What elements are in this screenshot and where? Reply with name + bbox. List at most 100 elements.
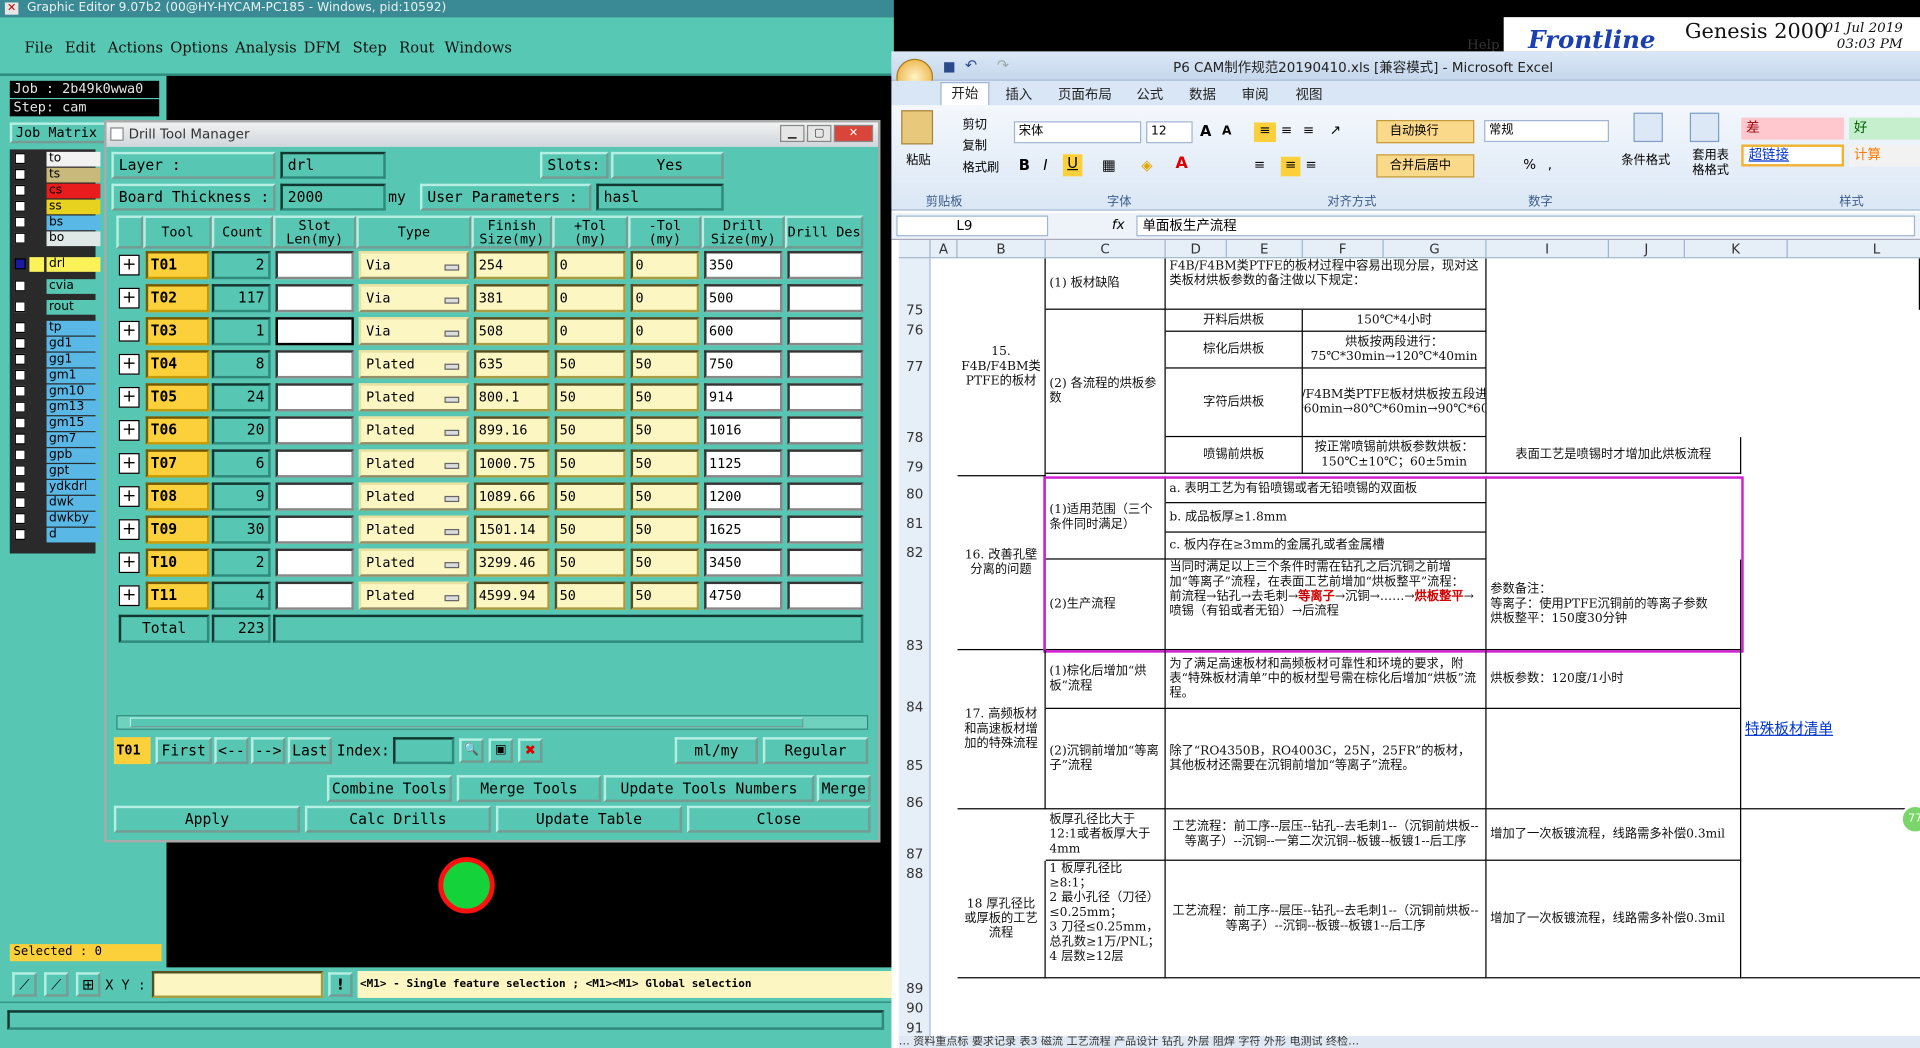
row-header[interactable]: 85 bbox=[899, 758, 931, 774]
minus-tol-input[interactable]: 50 bbox=[630, 383, 700, 412]
finish-size-input[interactable]: 800.1 bbox=[473, 383, 550, 412]
minus-tol-input[interactable]: 50 bbox=[630, 581, 700, 610]
menu-file[interactable]: File bbox=[24, 39, 52, 56]
name-box[interactable]: L9 bbox=[896, 215, 1049, 237]
index-field[interactable] bbox=[393, 737, 455, 765]
expand-row-button[interactable]: + bbox=[118, 552, 140, 574]
row-header[interactable]: 83 bbox=[899, 638, 931, 654]
drill-size-input[interactable]: 350 bbox=[704, 251, 783, 280]
conditional-format-button[interactable]: 条件格式 bbox=[1621, 149, 1670, 167]
cell-c87[interactable]: 板厚孔径比大于12:1或者板厚大于4mm bbox=[1045, 809, 1166, 861]
plus-tol-input[interactable]: 50 bbox=[554, 515, 626, 544]
cell-c84[interactable]: (1)棕化后增加“烘板”流程 bbox=[1045, 650, 1166, 709]
slot-length-input[interactable] bbox=[275, 482, 354, 511]
grow-font-icon[interactable]: A bbox=[1200, 122, 1211, 139]
cell-i85[interactable] bbox=[1486, 708, 1742, 810]
minus-tol-input[interactable]: 50 bbox=[630, 449, 700, 478]
tab-review[interactable]: 审阅 bbox=[1242, 84, 1269, 104]
finish-size-input[interactable]: 508 bbox=[473, 317, 550, 346]
cell-i89[interactable]: 增加了一次板镀流程，线路需多补偿0.3mil bbox=[1486, 860, 1742, 979]
plus-tol-input[interactable]: 50 bbox=[554, 449, 626, 478]
merge-button[interactable]: Merge bbox=[816, 775, 871, 803]
menu-windows[interactable]: Windows bbox=[444, 39, 511, 56]
finish-size-input[interactable]: 254 bbox=[473, 251, 550, 280]
menu-analysis[interactable]: Analysis bbox=[235, 39, 297, 56]
plus-tol-input[interactable]: 50 bbox=[554, 548, 626, 577]
sheet-tabs[interactable]: … 资料重点标 要求记录 表3 磁流 工艺流程 产品设计 钻孔 外层 阻焊 字符… bbox=[898, 1035, 1920, 1048]
slot-length-input[interactable] bbox=[275, 383, 354, 412]
calc-drills-button[interactable]: Calc Drills bbox=[304, 805, 492, 833]
scroll-thumb[interactable] bbox=[129, 717, 804, 728]
mode-dropdown[interactable]: Regular bbox=[762, 737, 869, 765]
type-dropdown[interactable]: Plated bbox=[358, 581, 469, 610]
cell-d75[interactable]: F4B/F4BM类PTFE的板材过程中容易出现分层，现对这类板材烘板参数的备注做… bbox=[1165, 258, 1487, 310]
finish-size-input[interactable]: 1501.14 bbox=[473, 515, 550, 544]
slot-length-input[interactable] bbox=[275, 548, 354, 577]
expand-row-button[interactable]: + bbox=[118, 453, 140, 474]
merge-tools-dropdown[interactable]: Merge Tools bbox=[456, 775, 602, 803]
cell-c77[interactable]: (2) 各流程的烘板参数 bbox=[1045, 309, 1166, 474]
expand-row-button[interactable]: + bbox=[118, 519, 140, 541]
layer-checkbox[interactable] bbox=[14, 232, 26, 244]
column-header[interactable]: D bbox=[1166, 240, 1227, 259]
slot-length-input[interactable] bbox=[275, 251, 354, 280]
layer-checkbox[interactable] bbox=[14, 168, 26, 181]
cell-c85[interactable]: (2)沉铜前增加“等离子”流程 bbox=[1045, 708, 1166, 810]
cell-l87[interactable] bbox=[1741, 809, 1920, 979]
layer-field[interactable]: drl bbox=[280, 151, 386, 179]
row-header[interactable]: 89 bbox=[899, 981, 931, 997]
tab-data[interactable]: 数据 bbox=[1189, 84, 1216, 104]
slot-length-input[interactable] bbox=[275, 317, 354, 346]
cell-e77[interactable]: 棕化后烘板 bbox=[1165, 331, 1303, 369]
first-button[interactable]: First bbox=[155, 737, 212, 765]
minus-tol-input[interactable]: 0 bbox=[630, 251, 700, 280]
cell-g78[interactable]: F4B/F4BM类PTFE板材烘板按五段进行：50℃*90min→70℃*60m… bbox=[1302, 368, 1487, 438]
cell-g76[interactable]: 150℃*4小时 bbox=[1302, 309, 1487, 332]
help-menu[interactable]: Help bbox=[1467, 37, 1500, 53]
type-dropdown[interactable]: Plated bbox=[358, 449, 469, 478]
style-calc[interactable]: 计算 bbox=[1848, 144, 1920, 167]
plus-tol-input[interactable]: 50 bbox=[554, 482, 626, 511]
column-header[interactable]: L bbox=[1788, 240, 1920, 258]
font-size-dropdown[interactable]: 12 bbox=[1146, 121, 1193, 144]
drill-des-input[interactable] bbox=[787, 284, 864, 313]
layer-checkbox[interactable] bbox=[14, 481, 26, 493]
finish-size-input[interactable]: 3299.46 bbox=[473, 548, 550, 577]
style-bad[interactable]: 差 bbox=[1741, 117, 1845, 140]
worksheet-grid[interactable]: (1) 板材缺陷 F4B/F4BM类PTFE的板材过程中容易出现分层，现对这类板… bbox=[930, 258, 1920, 1036]
row-header[interactable]: 75 bbox=[899, 302, 931, 318]
plus-tol-input[interactable]: 50 bbox=[554, 350, 626, 379]
row-header[interactable]: 79 bbox=[899, 459, 931, 475]
paste-icon[interactable] bbox=[901, 110, 934, 145]
finish-size-input[interactable]: 1089.66 bbox=[473, 482, 550, 511]
update-tools-numbers-dropdown[interactable]: Update Tools Numbers bbox=[603, 775, 815, 803]
align-middle-icon[interactable]: ≡ bbox=[1281, 122, 1292, 138]
menu-edit[interactable]: Edit bbox=[65, 39, 96, 56]
align-center-icon[interactable]: ≡ bbox=[1280, 156, 1301, 177]
layer-checkbox[interactable] bbox=[14, 280, 26, 292]
special-materials-link[interactable]: 特殊板材清单 bbox=[1745, 720, 1833, 737]
underline-button[interactable]: U bbox=[1062, 154, 1083, 177]
type-dropdown[interactable]: Plated bbox=[358, 416, 469, 445]
layer-row-dwkby[interactable]: dwkby bbox=[12, 511, 103, 527]
drill-size-input[interactable]: 1016 bbox=[704, 416, 783, 445]
number-format-dropdown[interactable]: 常规 bbox=[1484, 120, 1609, 143]
cell-g79[interactable]: 按正常喷锡前烘板参数烘板：150℃±10℃；60±5min bbox=[1302, 437, 1487, 474]
row-header[interactable]: 77 bbox=[899, 359, 931, 375]
tab-page-layout[interactable]: 页面布局 bbox=[1058, 84, 1112, 104]
layer-checkbox[interactable] bbox=[14, 301, 26, 313]
orientation-icon[interactable]: ↗ bbox=[1330, 122, 1341, 138]
finish-size-input[interactable]: 381 bbox=[473, 284, 550, 313]
prev-button[interactable]: <-- bbox=[214, 737, 249, 765]
drill-des-input[interactable] bbox=[787, 449, 864, 478]
drill-des-input[interactable] bbox=[787, 482, 864, 511]
tab-insert[interactable]: 插入 bbox=[1005, 84, 1032, 104]
minus-tol-input[interactable]: 50 bbox=[630, 482, 700, 511]
drill-des-input[interactable] bbox=[787, 317, 864, 346]
drill-des-input[interactable] bbox=[787, 251, 864, 280]
layer-row-gg1[interactable]: gg1 bbox=[12, 352, 103, 368]
layer-row-to[interactable]: to bbox=[12, 151, 103, 167]
maximize-button[interactable]: ▢ bbox=[806, 124, 832, 143]
cell-d89[interactable]: 工艺流程：前工序--层压--钻孔--去毛刺1--（沉铜前烘板--等离子）--沉铜… bbox=[1165, 860, 1487, 979]
cell-d85[interactable]: 除了“RO4350B，RO4003C，25N，25FR”的板材，其他板材还需要在… bbox=[1165, 708, 1487, 810]
